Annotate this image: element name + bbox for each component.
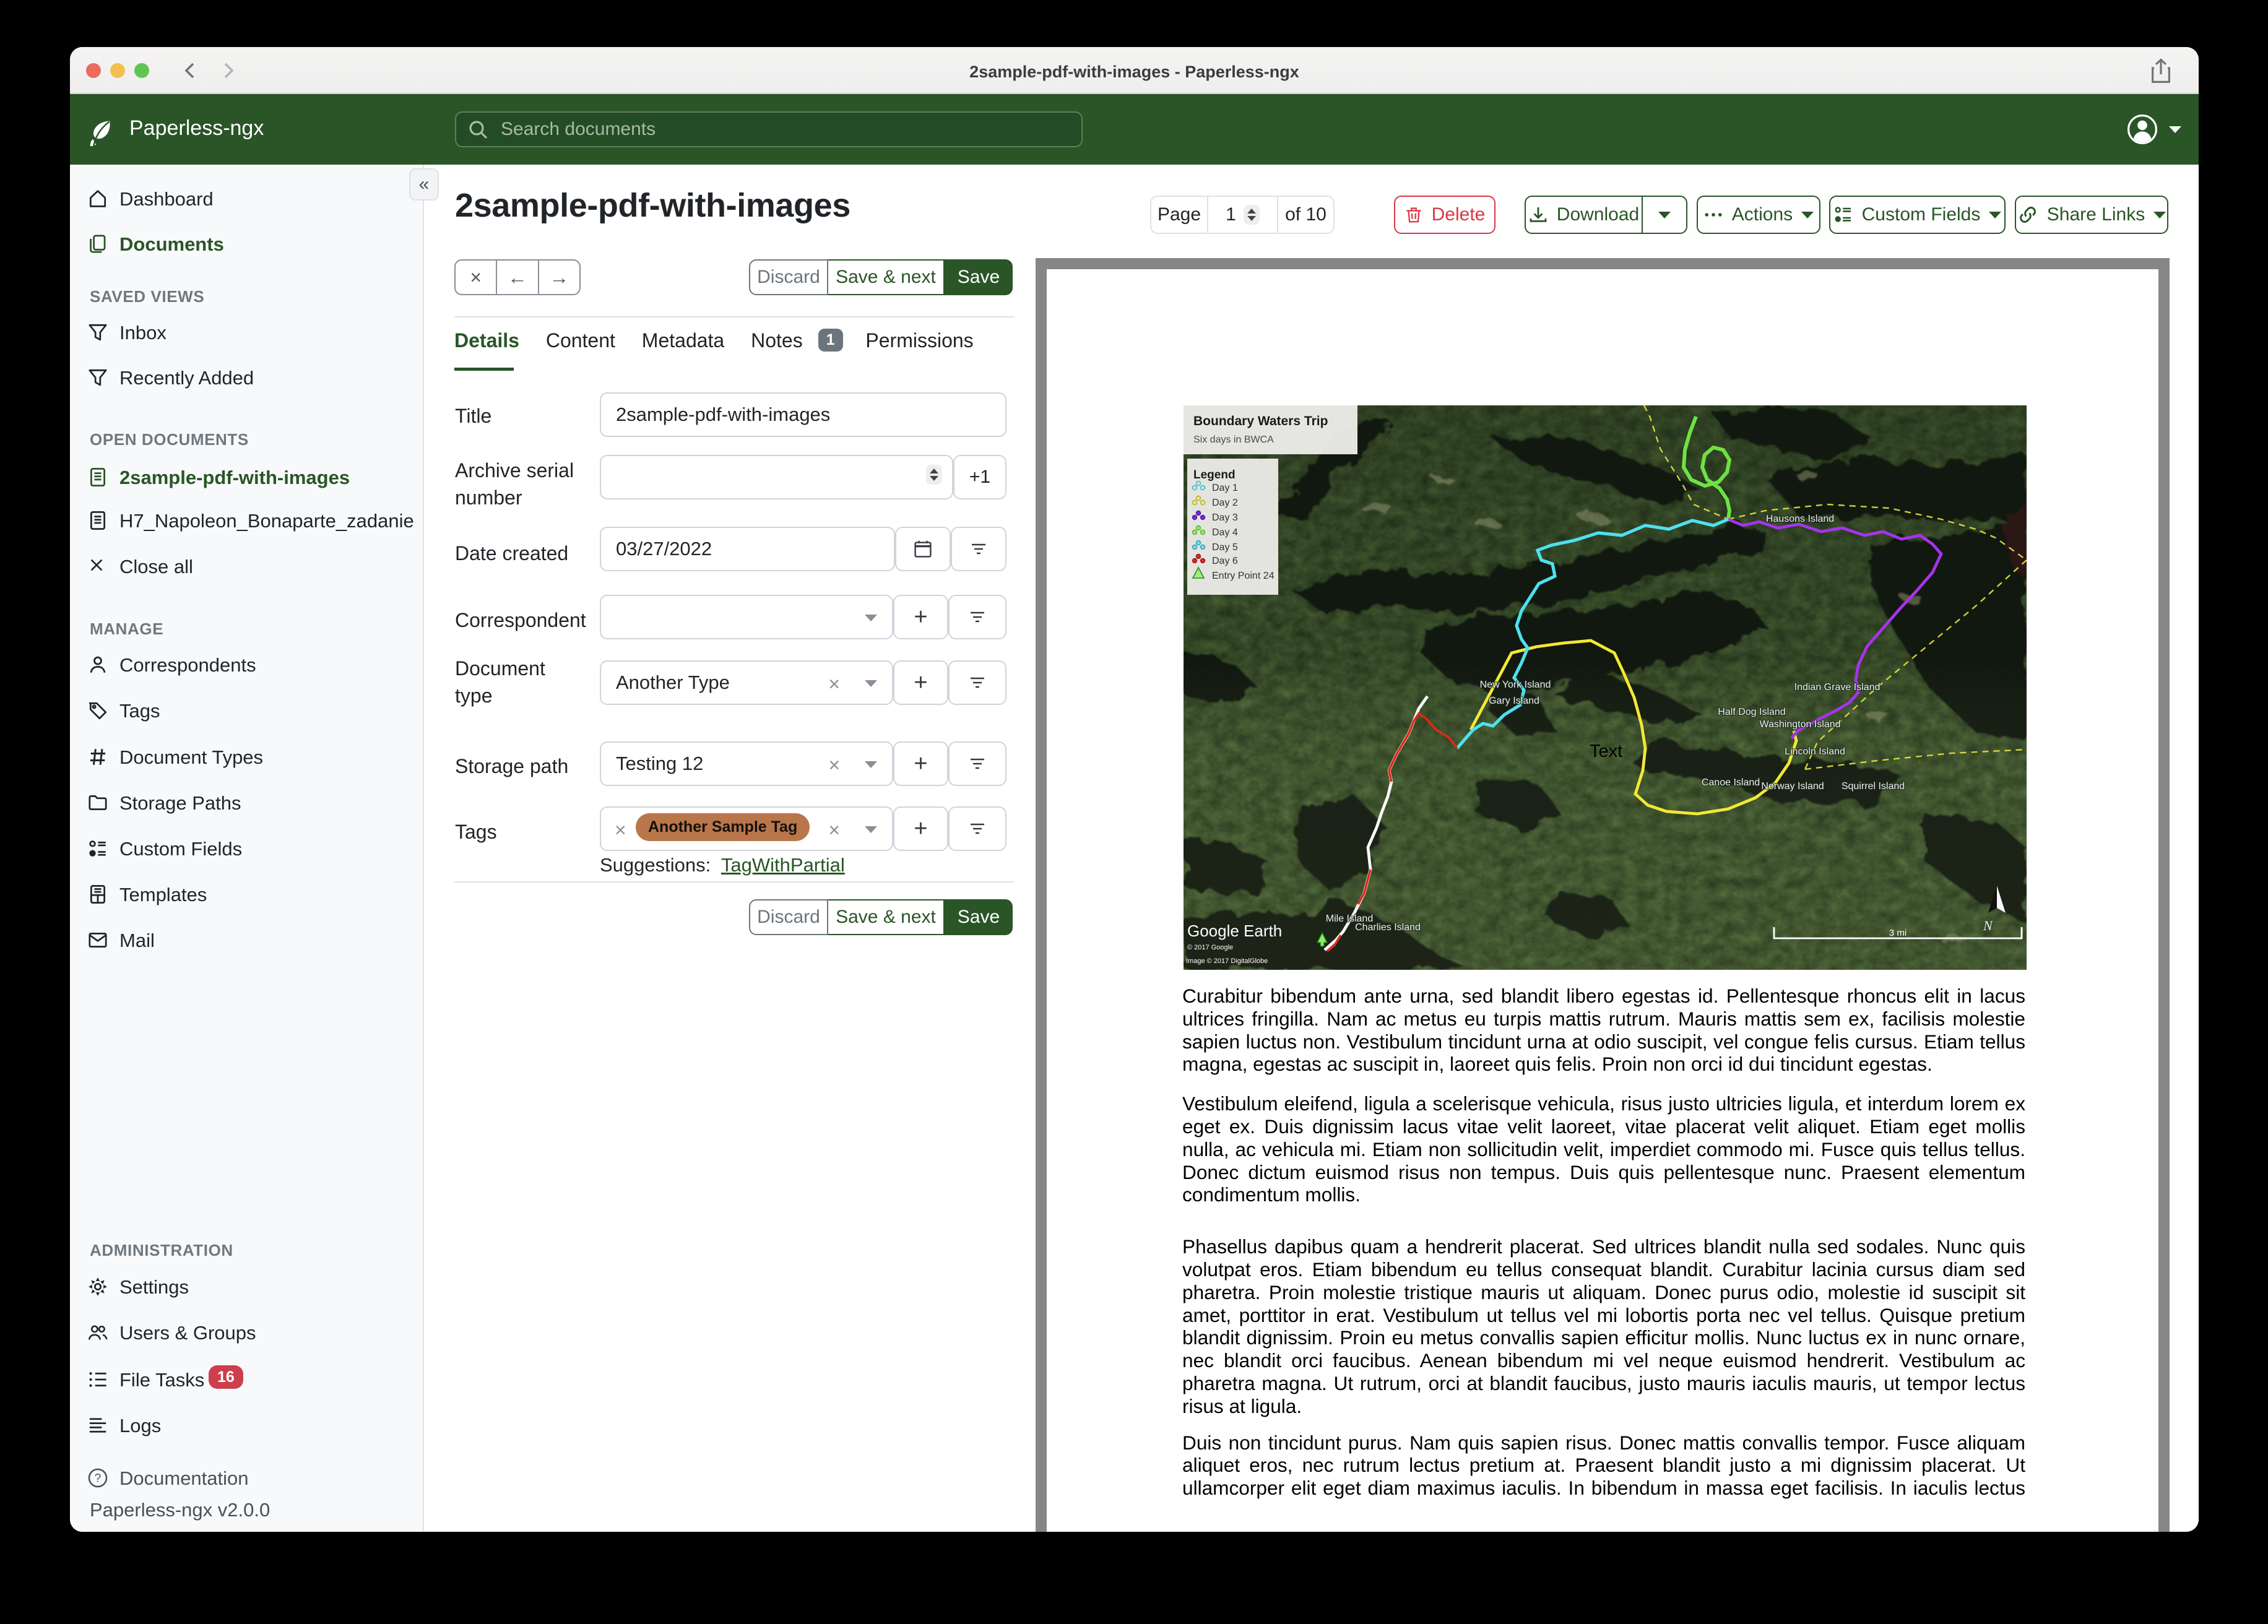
- svg-text:Squirrel Island: Squirrel Island: [1842, 781, 1905, 792]
- svg-text:Canoe Island: Canoe Island: [1702, 777, 1760, 788]
- svg-text:Image © 2017 DigitalGlobe: Image © 2017 DigitalGlobe: [1186, 957, 1268, 965]
- svg-text:New York Island: New York Island: [1480, 680, 1551, 690]
- svg-text:Day 4: Day 4: [1212, 527, 1238, 538]
- svg-text:Boundary Waters Trip: Boundary Waters Trip: [1193, 414, 1328, 428]
- svg-text:Day 2: Day 2: [1212, 498, 1238, 508]
- svg-text:Day 5: Day 5: [1212, 542, 1238, 553]
- svg-text:Norway Island: Norway Island: [1761, 781, 1824, 792]
- svg-text:Day 1: Day 1: [1212, 483, 1238, 493]
- svg-text:Day 3: Day 3: [1212, 512, 1238, 523]
- svg-text:Day 6: Day 6: [1212, 556, 1238, 566]
- svg-text:Half Dog Island: Half Dog Island: [1718, 707, 1785, 717]
- svg-text:Gary Island: Gary Island: [1489, 696, 1539, 706]
- svg-text:© 2017 Google: © 2017 Google: [1187, 944, 1233, 951]
- svg-text:Entry Point 24: Entry Point 24: [1212, 571, 1275, 581]
- svg-text:Washington Island: Washington Island: [1759, 719, 1840, 730]
- svg-text:Google Earth: Google Earth: [1187, 922, 1282, 940]
- svg-text:N: N: [1983, 918, 1993, 933]
- svg-text:Hausons Island: Hausons Island: [1766, 514, 1834, 524]
- svg-text:Charlies Island: Charlies Island: [1355, 922, 1421, 933]
- svg-text:3 mi: 3 mi: [1889, 928, 1907, 938]
- svg-text:Text: Text: [1590, 741, 1622, 761]
- svg-text:Lincoln Island: Lincoln Island: [1785, 746, 1845, 757]
- svg-text:Six days in BWCA: Six days in BWCA: [1193, 434, 1274, 445]
- svg-text:Legend: Legend: [1193, 469, 1236, 482]
- svg-text:?: ?: [95, 1472, 102, 1485]
- svg-text:Indian Grave Island: Indian Grave Island: [1794, 682, 1881, 693]
